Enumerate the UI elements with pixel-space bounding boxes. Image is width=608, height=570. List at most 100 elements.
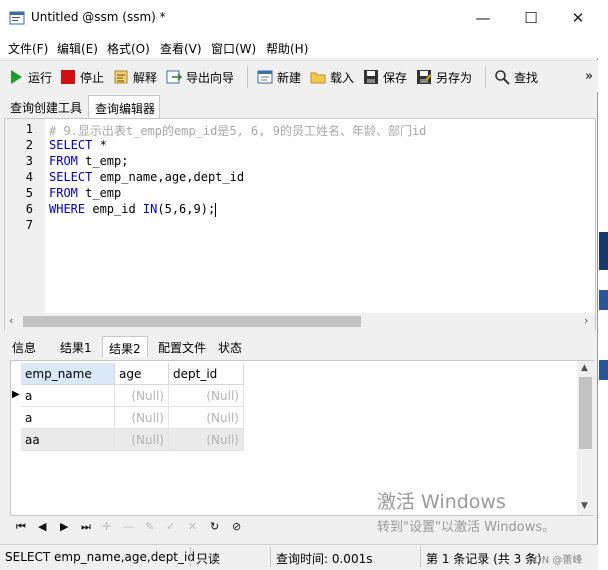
editor-horizontal-scrollbar[interactable]: ‹ › [5, 313, 595, 330]
new-label: 新建 [277, 70, 302, 85]
table-cell[interactable]: (Null) [169, 429, 244, 451]
status-bar: SELECT emp_name,age,dept_id 只读 查询时间: 0.0… [0, 544, 598, 570]
table-cell[interactable]: (Null) [115, 429, 169, 451]
minimize-button[interactable]: — [460, 0, 506, 36]
menu-view[interactable]: 查看(V) [160, 40, 202, 57]
line-number: 1 [25, 122, 33, 136]
save-button[interactable]: 保存 [363, 68, 407, 86]
discard-changes-icon[interactable]: ✕ [188, 520, 197, 533]
sql-editor[interactable]: 1 2 3 4 5 6 7 # 9.显示出表t_emp的emp_id是5, 6,… [4, 118, 596, 330]
tab-result2[interactable]: 结果2 [102, 336, 148, 357]
close-button[interactable]: ✕ [555, 0, 601, 36]
refresh-icon[interactable]: ↻ [210, 520, 219, 533]
load-button[interactable]: 载入 [310, 68, 354, 86]
tab-query-editor[interactable]: 查询编辑器 [88, 95, 160, 118]
menu-file[interactable]: 文件(F) [8, 40, 48, 57]
code-line: # 9.显示出表t_emp的emp_id是5, 6, 9的员工姓名、年龄、部门i… [49, 122, 426, 139]
export-icon [166, 70, 182, 84]
stop-refresh-icon[interactable]: ⊘ [232, 520, 241, 533]
background-window-edge [599, 360, 608, 380]
folder-icon [310, 72, 326, 84]
save-as-icon [417, 70, 432, 84]
tab-result1[interactable]: 结果1 [54, 336, 98, 357]
explain-label: 解释 [133, 70, 158, 85]
save-label: 保存 [383, 70, 408, 85]
code-line: SELECT emp_name,age,dept_id [49, 170, 244, 184]
watermark-title: 激活 Windows [377, 491, 506, 513]
table-cell[interactable]: (Null) [169, 407, 244, 429]
menu-window[interactable]: 窗口(W) [211, 40, 256, 57]
table-cell[interactable]: a [21, 385, 115, 407]
maximize-icon: ☐ [524, 9, 538, 27]
title-bar[interactable]: Untitled @ssm (ssm) * — ☐ ✕ [0, 0, 598, 36]
search-icon [495, 70, 510, 85]
text-cursor [215, 202, 217, 217]
save-as-button[interactable]: 另存为 [416, 68, 472, 86]
tab-info[interactable]: 信息 [6, 336, 42, 357]
find-button[interactable]: 查找 [494, 68, 538, 86]
toolbar-overflow-icon[interactable]: » [585, 67, 593, 85]
toolbar-separator [485, 66, 486, 88]
first-record-icon[interactable]: ⏮ [16, 520, 26, 534]
menu-bar: 文件(F) 编辑(E) 格式(O) 查看(V) 窗口(W) 帮助(H) [0, 36, 598, 58]
export-wizard-button[interactable]: 导出向导 [166, 68, 234, 86]
delete-record-icon[interactable]: — [123, 520, 134, 533]
scroll-down-icon[interactable]: ▼ [581, 501, 588, 511]
table-cell[interactable]: a [21, 407, 115, 429]
grid-vertical-scrollbar[interactable]: ▲ ▼ [577, 361, 594, 515]
toolbar: 运行 停止 解释 导出向导 新建 载入 保存 另存为 查找 » [0, 60, 598, 92]
add-record-icon[interactable]: ✛ [102, 520, 111, 533]
code-line: FROM t_emp [49, 186, 121, 200]
menu-edit[interactable]: 编辑(E) [57, 40, 98, 57]
scroll-right-icon[interactable]: › [584, 314, 588, 327]
explain-icon [114, 70, 128, 84]
find-label: 查找 [514, 70, 539, 85]
sql-text: emp_name,age,dept_id [92, 170, 245, 184]
stop-button[interactable]: 停止 [60, 68, 104, 86]
tab-profile[interactable]: 配置文件 [152, 336, 212, 357]
column-header-age[interactable]: age [115, 363, 169, 385]
line-number: 5 [25, 186, 33, 200]
menu-format[interactable]: 格式(O) [107, 40, 150, 57]
window-title: Untitled @ssm (ssm) * [31, 10, 166, 24]
tab-query-builder[interactable]: 查询创建工具 [4, 95, 86, 118]
sql-keyword: SELECT [49, 170, 93, 184]
explain-button[interactable]: 解释 [113, 68, 157, 86]
sql-keyword: WHERE [49, 202, 86, 216]
minimize-icon: — [475, 9, 491, 27]
app-icon [9, 11, 25, 25]
apply-changes-icon[interactable]: ✓ [166, 520, 175, 533]
edit-record-icon[interactable]: ✎ [145, 520, 154, 533]
scrollbar-thumb[interactable] [579, 377, 592, 449]
status-separator [270, 547, 271, 567]
status-query-text: SELECT emp_name,age,dept_id [5, 550, 195, 564]
tab-status[interactable]: 状态 [212, 336, 248, 357]
navicat-window: Untitled @ssm (ssm) * — ☐ ✕ 文件(F) 编辑(E) … [0, 0, 598, 570]
table-cell[interactable]: (Null) [169, 385, 244, 407]
table-cell[interactable]: (Null) [115, 385, 169, 407]
table-cell[interactable]: aa [21, 429, 115, 451]
run-button[interactable]: 运行 [8, 68, 52, 86]
code-line: SELECT * [49, 138, 107, 152]
scroll-left-icon[interactable]: ‹ [9, 314, 13, 327]
previous-record-icon[interactable]: ◀ [38, 520, 46, 533]
last-record-icon[interactable]: ⏭ [81, 520, 91, 534]
stop-label: 停止 [80, 70, 105, 85]
menu-help[interactable]: 帮助(H) [266, 40, 308, 57]
column-header-dept-id[interactable]: dept_id [169, 363, 244, 385]
table-cell[interactable]: (Null) [115, 407, 169, 429]
status-query-time: 查询时间: 0.001s [276, 552, 373, 566]
scrollbar-thumb[interactable] [23, 316, 361, 327]
line-number: 4 [25, 170, 33, 184]
sql-keyword: IN [142, 202, 158, 216]
next-record-icon[interactable]: ▶ [60, 520, 68, 533]
scroll-up-icon[interactable]: ▲ [581, 363, 588, 373]
maximize-button[interactable]: ☐ [508, 0, 554, 36]
column-header-emp-name[interactable]: emp_name [21, 363, 115, 385]
new-button[interactable]: 新建 [257, 68, 301, 86]
load-label: 载入 [330, 70, 355, 85]
sql-text: t_emp [77, 186, 122, 200]
sql-keyword: SELECT [49, 138, 93, 152]
result-tabs: 信息 结果1 结果2 配置文件 状态 [4, 333, 596, 357]
status-record-count: 第 1 条记录 (共 3 条) [426, 552, 542, 566]
